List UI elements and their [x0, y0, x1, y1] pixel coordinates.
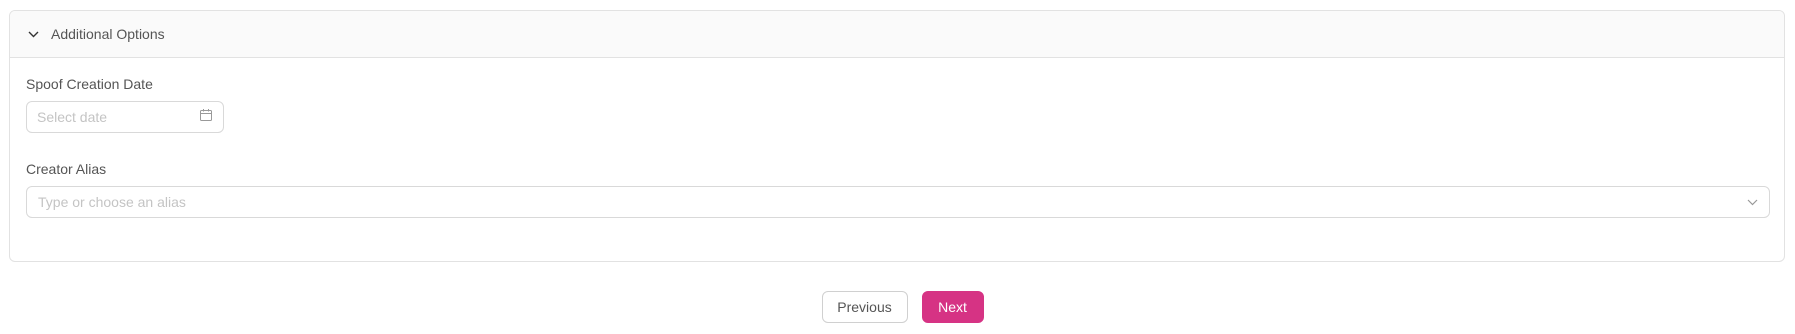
- actions-group: Previous Next: [821, 291, 984, 323]
- spoof-date-picker[interactable]: [26, 101, 224, 133]
- previous-button[interactable]: Previous: [821, 291, 908, 323]
- creator-alias-select[interactable]: [26, 186, 1770, 218]
- panel-title: Additional Options: [51, 26, 165, 42]
- panel-body: Spoof Creation Date Creator Alias: [10, 58, 1784, 218]
- next-button[interactable]: Next: [921, 291, 984, 323]
- chevron-down-icon[interactable]: [26, 27, 40, 41]
- creator-alias-input[interactable]: [38, 194, 1747, 210]
- form-actions: Previous Next: [0, 291, 1795, 323]
- additional-options-panel: Additional Options Spoof Creation Date C…: [9, 10, 1785, 262]
- additional-options-header[interactable]: Additional Options: [10, 11, 1784, 58]
- calendar-icon[interactable]: [199, 108, 213, 127]
- spoof-date-input[interactable]: [37, 109, 187, 125]
- creator-alias-label: Creator Alias: [26, 161, 107, 177]
- chevron-down-icon[interactable]: [1747, 193, 1758, 211]
- spoof-date-label: Spoof Creation Date: [26, 76, 153, 92]
